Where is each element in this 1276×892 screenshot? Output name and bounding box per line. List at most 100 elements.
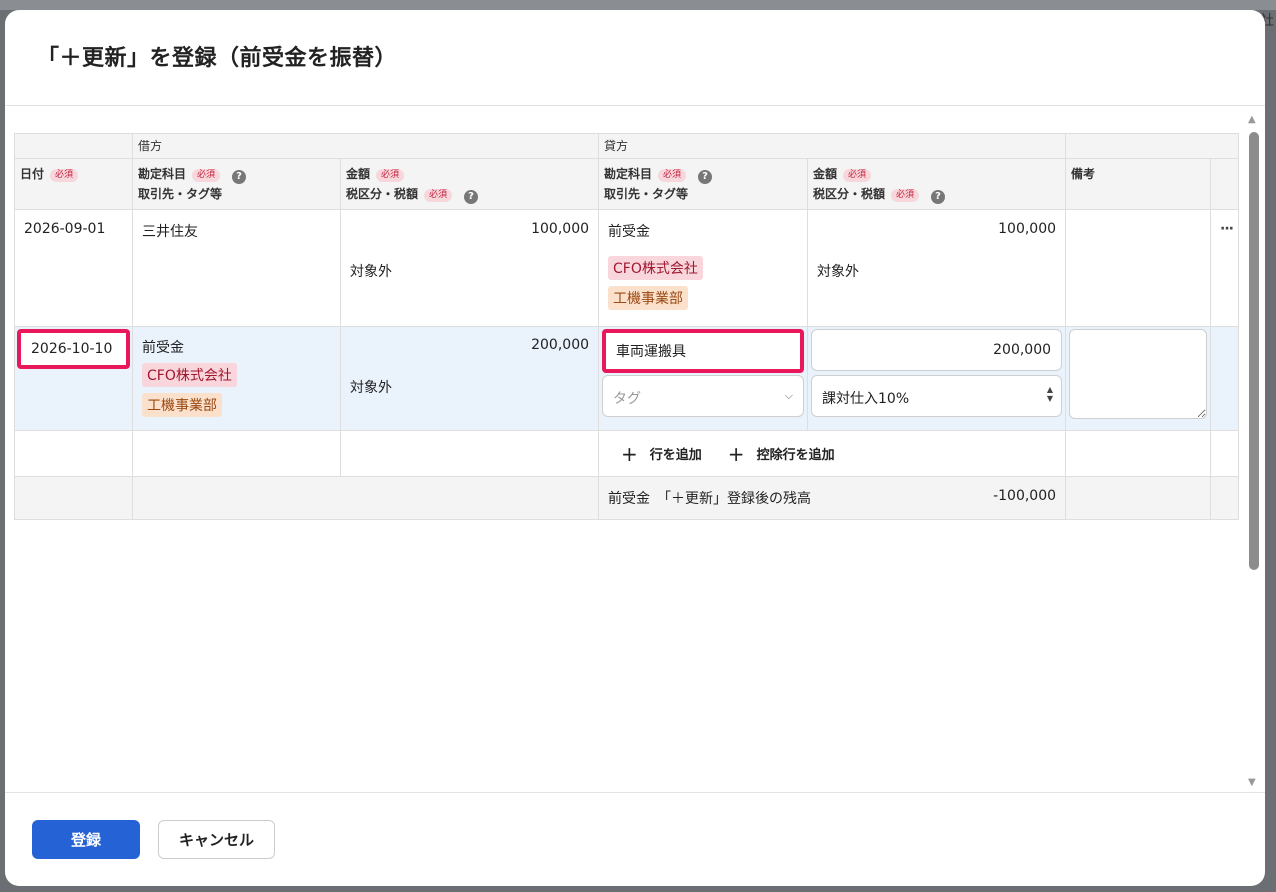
required-badge: 必須 bbox=[843, 169, 872, 182]
required-badge: 必須 bbox=[50, 169, 79, 182]
add-deduction-row-button[interactable]: + 控除行を追加 bbox=[727, 441, 835, 466]
credit-amount-header-label: 金額 bbox=[813, 167, 838, 181]
debit-account-header: 勘定科目 必須? 取引先・タグ等 bbox=[132, 158, 341, 210]
row1-credit-account-cell[interactable]: 前受金 CFO株式会社 工機事業部 bbox=[598, 209, 809, 327]
balance-blank bbox=[1210, 476, 1240, 520]
credit-account-header-label: 勘定科目 bbox=[604, 167, 653, 181]
row1-date[interactable]: 2026-09-01 bbox=[14, 209, 133, 327]
row2-debit-account-cell[interactable]: 前受金 CFO株式会社 工機事業部 bbox=[132, 326, 341, 431]
actions-header bbox=[1210, 158, 1240, 210]
row2-debit-tax: 対象外 bbox=[350, 380, 392, 396]
plus-icon: + bbox=[621, 441, 638, 466]
select-arrows-icon: ▲ ▼ bbox=[1046, 385, 1054, 403]
scroll-down-icon[interactable]: ▼ bbox=[1248, 777, 1256, 788]
balance-blank bbox=[14, 476, 133, 520]
help-icon[interactable]: ? bbox=[931, 190, 946, 204]
row2-debit-amount-cell[interactable]: 200,000 対象外 bbox=[339, 326, 600, 431]
required-badge: 必須 bbox=[658, 169, 687, 182]
row1-credit-account: 前受金 bbox=[608, 224, 651, 240]
tax-category-value: 課対仕入10% bbox=[822, 391, 910, 407]
credit-amount-input[interactable] bbox=[811, 329, 1063, 371]
cancel-button[interactable]: キャンセル bbox=[158, 820, 275, 859]
row1-memo[interactable] bbox=[1065, 209, 1212, 327]
row2-credit-account-cell: タグ ⌵ bbox=[598, 326, 809, 431]
date-header: 日付 必須 bbox=[14, 158, 133, 210]
required-badge: 必須 bbox=[376, 169, 405, 182]
plus-icon: + bbox=[727, 441, 745, 466]
required-badge: 必須 bbox=[192, 169, 221, 182]
scroll-up-icon[interactable]: ▲ bbox=[1248, 114, 1256, 125]
journal-table-wrapper: 借方 貸方 日付 必須 勘定科目 必須? 取引先・タグ等 金額 必須 税区分・税額 必須… bbox=[14, 133, 1240, 520]
tag-select[interactable]: タグ ⌵ bbox=[602, 375, 805, 417]
journal-row-editing[interactable]: 前受金 CFO株式会社 工機事業部 200,000 対象外 タグ ⌵ bbox=[14, 326, 1240, 431]
date-input[interactable] bbox=[17, 329, 130, 369]
add-row-blank bbox=[339, 430, 600, 477]
debit-amount-header: 金額 必須 税区分・税額 必須? bbox=[339, 158, 600, 210]
debit-amount-header-label: 金額 bbox=[346, 167, 371, 181]
dialog-title: 「＋更新」を登録（前受金を振替） bbox=[37, 46, 398, 71]
row1-debit-tax: 対象外 bbox=[350, 264, 392, 280]
department-tag: 工機事業部 bbox=[608, 286, 689, 310]
required-badge: 必須 bbox=[891, 189, 920, 202]
more-menu-icon[interactable]: ··· bbox=[1220, 221, 1234, 237]
balance-row: 前受金 「＋更新」登録後の残高 -100,000 bbox=[14, 476, 1240, 520]
add-deduction-label: 控除行を追加 bbox=[756, 448, 835, 463]
help-icon[interactable]: ? bbox=[698, 170, 713, 184]
help-icon[interactable]: ? bbox=[232, 170, 247, 184]
balance-blank bbox=[1065, 476, 1212, 520]
add-row-cell: + 行を追加 + 控除行を追加 bbox=[598, 430, 1067, 477]
balance-cell: 前受金 「＋更新」登録後の残高 -100,000 bbox=[598, 476, 1067, 520]
row2-memo-cell bbox=[1065, 326, 1212, 431]
credit-group-header: 貸方 bbox=[598, 133, 1067, 159]
memo-header: 備考 bbox=[1065, 158, 1212, 210]
debit-partner-header-label: 取引先・タグ等 bbox=[138, 187, 223, 201]
credit-account-input[interactable] bbox=[602, 329, 805, 373]
dialog-header: 「＋更新」を登録（前受金を振替） bbox=[5, 10, 1265, 106]
column-header-row: 日付 必須 勘定科目 必須? 取引先・タグ等 金額 必須 税区分・税額 必須? 勘定科目… bbox=[14, 158, 1240, 210]
partner-tag: CFO株式会社 bbox=[608, 256, 703, 280]
journal-row[interactable]: 2026-09-01 三井住友 100,000 対象外 前受金 CFO株式会社 … bbox=[14, 209, 1240, 327]
help-icon[interactable]: ? bbox=[464, 190, 479, 204]
balance-value: -100,000 bbox=[993, 488, 1057, 504]
row2-debit-account: 前受金 bbox=[142, 340, 184, 356]
add-row-blank bbox=[14, 430, 133, 477]
group-header-blank bbox=[1065, 133, 1240, 159]
add-row-button[interactable]: + 行を追加 bbox=[621, 441, 702, 466]
tag-select-placeholder: タグ bbox=[613, 391, 642, 407]
register-dialog: 「＋更新」を登録（前受金を振替） 借方 貸方 日付 必須 勘定科目 必須 ? 取… bbox=[5, 10, 1265, 886]
row2-debit-amount: 200,000 bbox=[531, 337, 590, 353]
vertical-scrollbar[interactable]: ▲ ▼ bbox=[1245, 106, 1261, 792]
debit-group-header: 借方 bbox=[131, 133, 600, 159]
row1-actions: ··· bbox=[1210, 209, 1240, 327]
row2-date-cell bbox=[14, 326, 133, 431]
required-badge: 必須 bbox=[424, 189, 453, 202]
balance-blank bbox=[131, 476, 600, 520]
backdrop-top-strip bbox=[0, 0, 1276, 10]
row2-actions bbox=[1210, 326, 1240, 431]
register-button[interactable]: 登録 bbox=[32, 820, 140, 859]
credit-partner-header-label: 取引先・タグ等 bbox=[604, 187, 689, 201]
row1-debit-amount: 100,000 bbox=[531, 221, 590, 237]
credit-amount-header: 金額 必須 税区分・税額 必須? bbox=[807, 158, 1067, 210]
chevron-down-icon: ⌵ bbox=[784, 389, 794, 402]
balance-label: 前受金 「＋更新」登録後の残高 bbox=[608, 491, 812, 507]
row1-debit-account[interactable]: 三井住友 bbox=[132, 209, 341, 327]
add-row-label: 行を追加 bbox=[649, 448, 702, 463]
scrollbar-thumb[interactable] bbox=[1249, 132, 1259, 570]
row1-credit-amount-cell[interactable]: 100,000 対象外 bbox=[807, 209, 1067, 327]
row1-debit-amount-cell[interactable]: 100,000 対象外 bbox=[339, 209, 600, 327]
date-header-label: 日付 bbox=[20, 167, 45, 181]
group-header-row: 借方 貸方 bbox=[14, 133, 1240, 159]
row2-credit-amount-cell: 課対仕入10% ▲▼ bbox=[807, 326, 1067, 431]
credit-tax-header-label: 税区分・税額 bbox=[813, 187, 886, 201]
add-row-blank bbox=[1210, 430, 1240, 477]
tax-category-select[interactable]: 課対仕入10% ▲ ▼ bbox=[811, 375, 1063, 417]
journal-table: 借方 貸方 日付 必須 勘定科目 必須? 取引先・タグ等 金額 必須 税区分・税額 必須… bbox=[14, 133, 1240, 520]
row1-credit-amount: 100,000 bbox=[998, 221, 1057, 237]
partner-tag: CFO株式会社 bbox=[142, 363, 237, 387]
dialog-footer: 登録 キャンセル bbox=[5, 792, 1265, 886]
department-tag: 工機事業部 bbox=[142, 393, 222, 417]
memo-textarea[interactable] bbox=[1069, 329, 1208, 419]
debit-tax-header-label: 税区分・税額 bbox=[346, 187, 419, 201]
group-header-blank bbox=[14, 133, 133, 159]
